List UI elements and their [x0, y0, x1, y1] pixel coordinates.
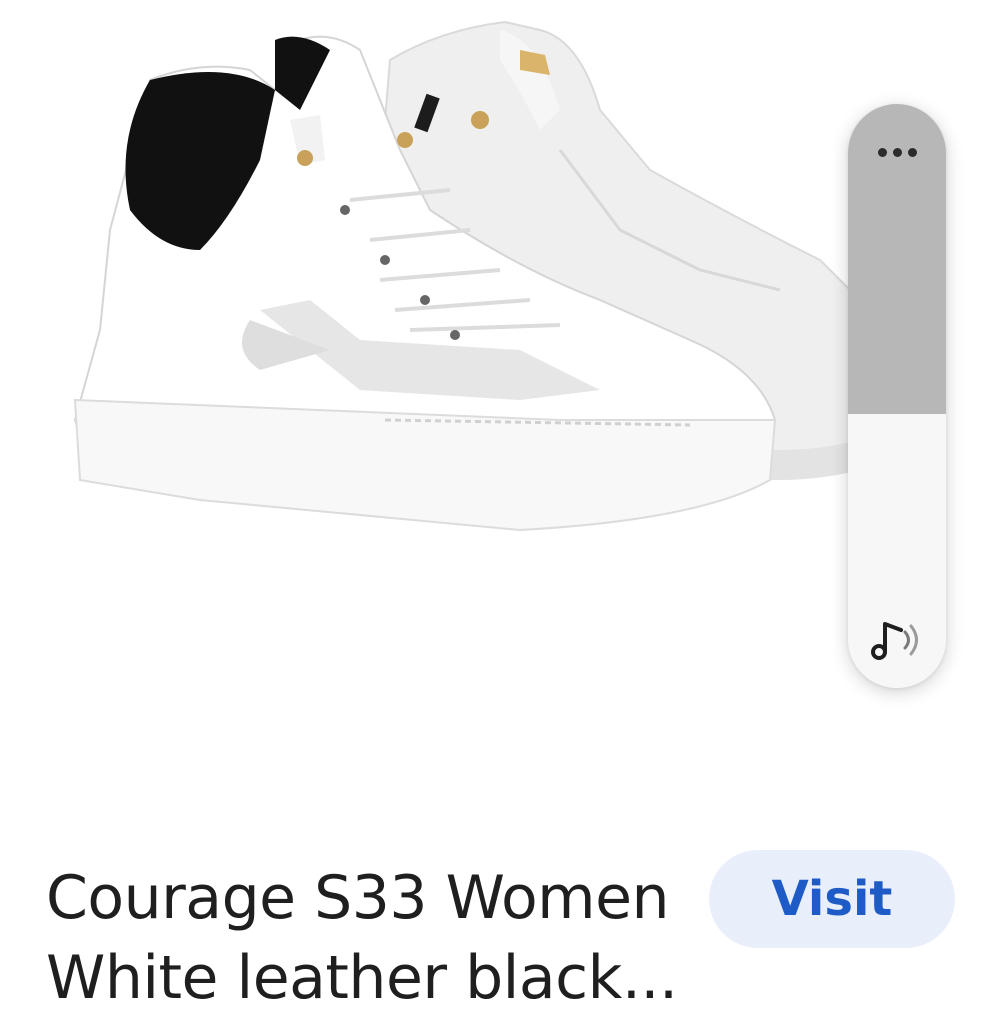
product-title-line-2: White leather black...	[46, 943, 678, 1013]
dot	[877, 147, 887, 157]
visit-button[interactable]: Visit	[709, 850, 955, 948]
product-title[interactable]: Courage S33 Women White leather black...	[46, 858, 686, 1018]
music-note-volume-icon[interactable]	[865, 608, 929, 672]
dot	[892, 147, 902, 157]
product-title-line-1: Courage S33 Women	[46, 863, 670, 933]
dot	[907, 147, 917, 157]
volume-panel[interactable]	[848, 104, 946, 688]
more-options-button[interactable]	[867, 134, 927, 170]
